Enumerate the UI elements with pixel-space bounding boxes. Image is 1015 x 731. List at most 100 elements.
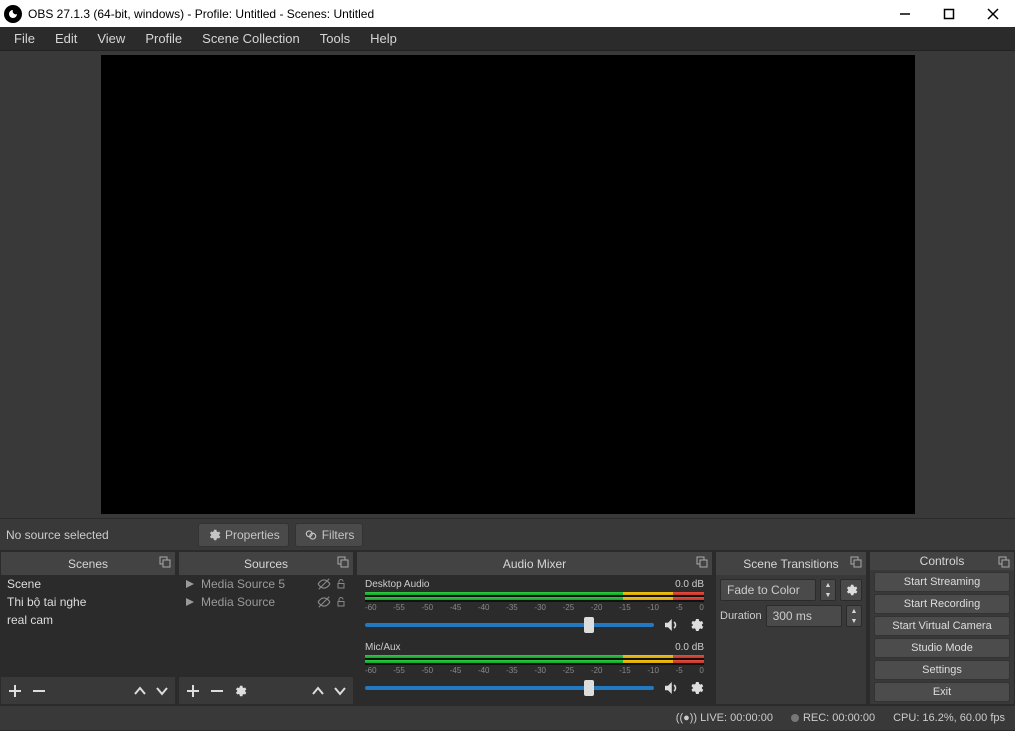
remove-scene-button[interactable]	[31, 683, 47, 699]
source-status-text: No source selected	[6, 528, 192, 542]
source-label: Media Source 5	[201, 577, 285, 591]
sources-title: Sources	[244, 557, 288, 571]
scenes-title: Scenes	[68, 557, 108, 571]
transition-spin[interactable]: ▲▼	[820, 579, 836, 601]
source-item[interactable]: Media Source	[179, 593, 353, 611]
add-source-button[interactable]	[185, 683, 201, 699]
scenes-header: Scenes	[1, 552, 175, 575]
speaker-icon[interactable]	[662, 679, 680, 697]
remove-source-button[interactable]	[209, 683, 225, 699]
broadcast-icon: ((●))	[676, 712, 697, 724]
channel-settings-button[interactable]	[688, 617, 704, 633]
filters-label: Filters	[322, 528, 355, 542]
move-scene-down-button[interactable]	[155, 684, 169, 698]
window-titlebar: OBS 27.1.3 (64-bit, windows) - Profile: …	[0, 0, 1015, 27]
menubar: File Edit View Profile Scene Collection …	[0, 27, 1015, 51]
audio-meter	[365, 592, 704, 602]
popout-icon[interactable]	[696, 556, 708, 568]
audio-channel: Desktop Audio 0.0 dB -60-55-50-45-40-35-…	[365, 579, 704, 634]
status-bar: ((●)) LIVE: 00:00:00 REC: 00:00:00 CPU: …	[0, 705, 1015, 730]
start-virtual-camera-button[interactable]: Start Virtual Camera	[874, 616, 1010, 636]
popout-icon[interactable]	[337, 556, 349, 568]
play-icon	[185, 579, 195, 589]
channel-db: 0.0 dB	[675, 642, 704, 653]
filters-button[interactable]: Filters	[295, 523, 364, 547]
popout-icon[interactable]	[998, 556, 1010, 568]
app-logo-icon	[4, 5, 22, 23]
preview-area	[0, 51, 1015, 518]
popout-icon[interactable]	[159, 556, 171, 568]
sources-footer	[179, 676, 353, 704]
visibility-icon[interactable]	[317, 577, 331, 591]
scene-item[interactable]: Thi bộ tai nghe	[1, 593, 175, 611]
channel-name: Mic/Aux	[365, 642, 401, 653]
source-toolbar: No source selected Properties Filters	[0, 518, 1015, 551]
menu-profile[interactable]: Profile	[135, 27, 192, 50]
gear-icon	[207, 528, 221, 542]
menu-file[interactable]: File	[4, 27, 45, 50]
minimize-button[interactable]	[895, 4, 915, 24]
duration-input[interactable]: 300 ms	[766, 605, 842, 627]
source-properties-button[interactable]	[233, 684, 247, 698]
volume-slider[interactable]	[365, 623, 654, 627]
studio-mode-button[interactable]: Studio Mode	[874, 638, 1010, 658]
properties-button[interactable]: Properties	[198, 523, 289, 547]
live-status: ((●)) LIVE: 00:00:00	[676, 712, 773, 724]
transitions-header: Scene Transitions	[716, 552, 866, 575]
channel-db: 0.0 dB	[675, 579, 704, 590]
menu-view[interactable]: View	[87, 27, 135, 50]
controls-panel: Controls Start Streaming Start Recording…	[869, 551, 1015, 705]
volume-slider[interactable]	[365, 686, 654, 690]
add-scene-button[interactable]	[7, 683, 23, 699]
settings-button[interactable]: Settings	[874, 660, 1010, 680]
meter-ticks: -60-55-50-45-40-35-30-25-20-15-10-50	[365, 666, 704, 675]
close-button[interactable]	[983, 4, 1003, 24]
maximize-button[interactable]	[939, 4, 959, 24]
rec-status: REC: 00:00:00	[791, 712, 875, 724]
popout-icon[interactable]	[850, 556, 862, 568]
start-recording-button[interactable]: Start Recording	[874, 594, 1010, 614]
dot-icon	[791, 714, 799, 722]
scene-item[interactable]: Scene	[1, 575, 175, 593]
speaker-icon[interactable]	[662, 616, 680, 634]
controls-body: Start Streaming Start Recording Start Vi…	[870, 570, 1014, 704]
slider-thumb[interactable]	[584, 617, 594, 633]
visibility-icon[interactable]	[317, 595, 331, 609]
scenes-footer	[1, 676, 175, 704]
audio-mixer-title: Audio Mixer	[503, 557, 566, 571]
menu-help[interactable]: Help	[360, 27, 407, 50]
transition-settings-button[interactable]	[840, 579, 862, 601]
transitions-title: Scene Transitions	[743, 557, 838, 571]
move-scene-up-button[interactable]	[133, 684, 147, 698]
move-source-up-button[interactable]	[311, 684, 325, 698]
scenes-list[interactable]: Scene Thi bộ tai nghe real cam	[1, 575, 175, 676]
controls-header: Controls	[870, 552, 1014, 570]
start-streaming-button[interactable]: Start Streaming	[874, 572, 1010, 592]
menu-edit[interactable]: Edit	[45, 27, 87, 50]
meter-ticks: -60-55-50-45-40-35-30-25-20-15-10-50	[365, 603, 704, 612]
duration-spin[interactable]: ▲▼	[846, 605, 862, 627]
menu-tools[interactable]: Tools	[310, 27, 360, 50]
audio-meter	[365, 655, 704, 665]
cpu-status: CPU: 16.2%, 60.00 fps	[893, 712, 1005, 724]
channel-settings-button[interactable]	[688, 680, 704, 696]
lock-icon[interactable]	[335, 596, 347, 608]
preview-canvas[interactable]	[101, 55, 915, 514]
filters-icon	[304, 528, 318, 542]
move-source-down-button[interactable]	[333, 684, 347, 698]
lock-icon[interactable]	[335, 578, 347, 590]
source-label: Media Source	[201, 595, 275, 609]
audio-mixer-body: Desktop Audio 0.0 dB -60-55-50-45-40-35-…	[357, 575, 712, 704]
source-item[interactable]: Media Source 5	[179, 575, 353, 593]
properties-label: Properties	[225, 528, 280, 542]
audio-mixer-panel: Audio Mixer Desktop Audio 0.0 dB -60-55-…	[356, 551, 713, 705]
sources-list[interactable]: Media Source 5 Media Source	[179, 575, 353, 676]
channel-name: Desktop Audio	[365, 579, 430, 590]
transitions-body: Fade to Color ▲▼ Duration 300 ms ▲▼	[716, 575, 866, 631]
transition-select[interactable]: Fade to Color	[720, 579, 816, 601]
slider-thumb[interactable]	[584, 680, 594, 696]
scene-item[interactable]: real cam	[1, 611, 175, 629]
menu-scene-collection[interactable]: Scene Collection	[192, 27, 310, 50]
exit-button[interactable]: Exit	[874, 682, 1010, 702]
window-title: OBS 27.1.3 (64-bit, windows) - Profile: …	[28, 7, 895, 21]
